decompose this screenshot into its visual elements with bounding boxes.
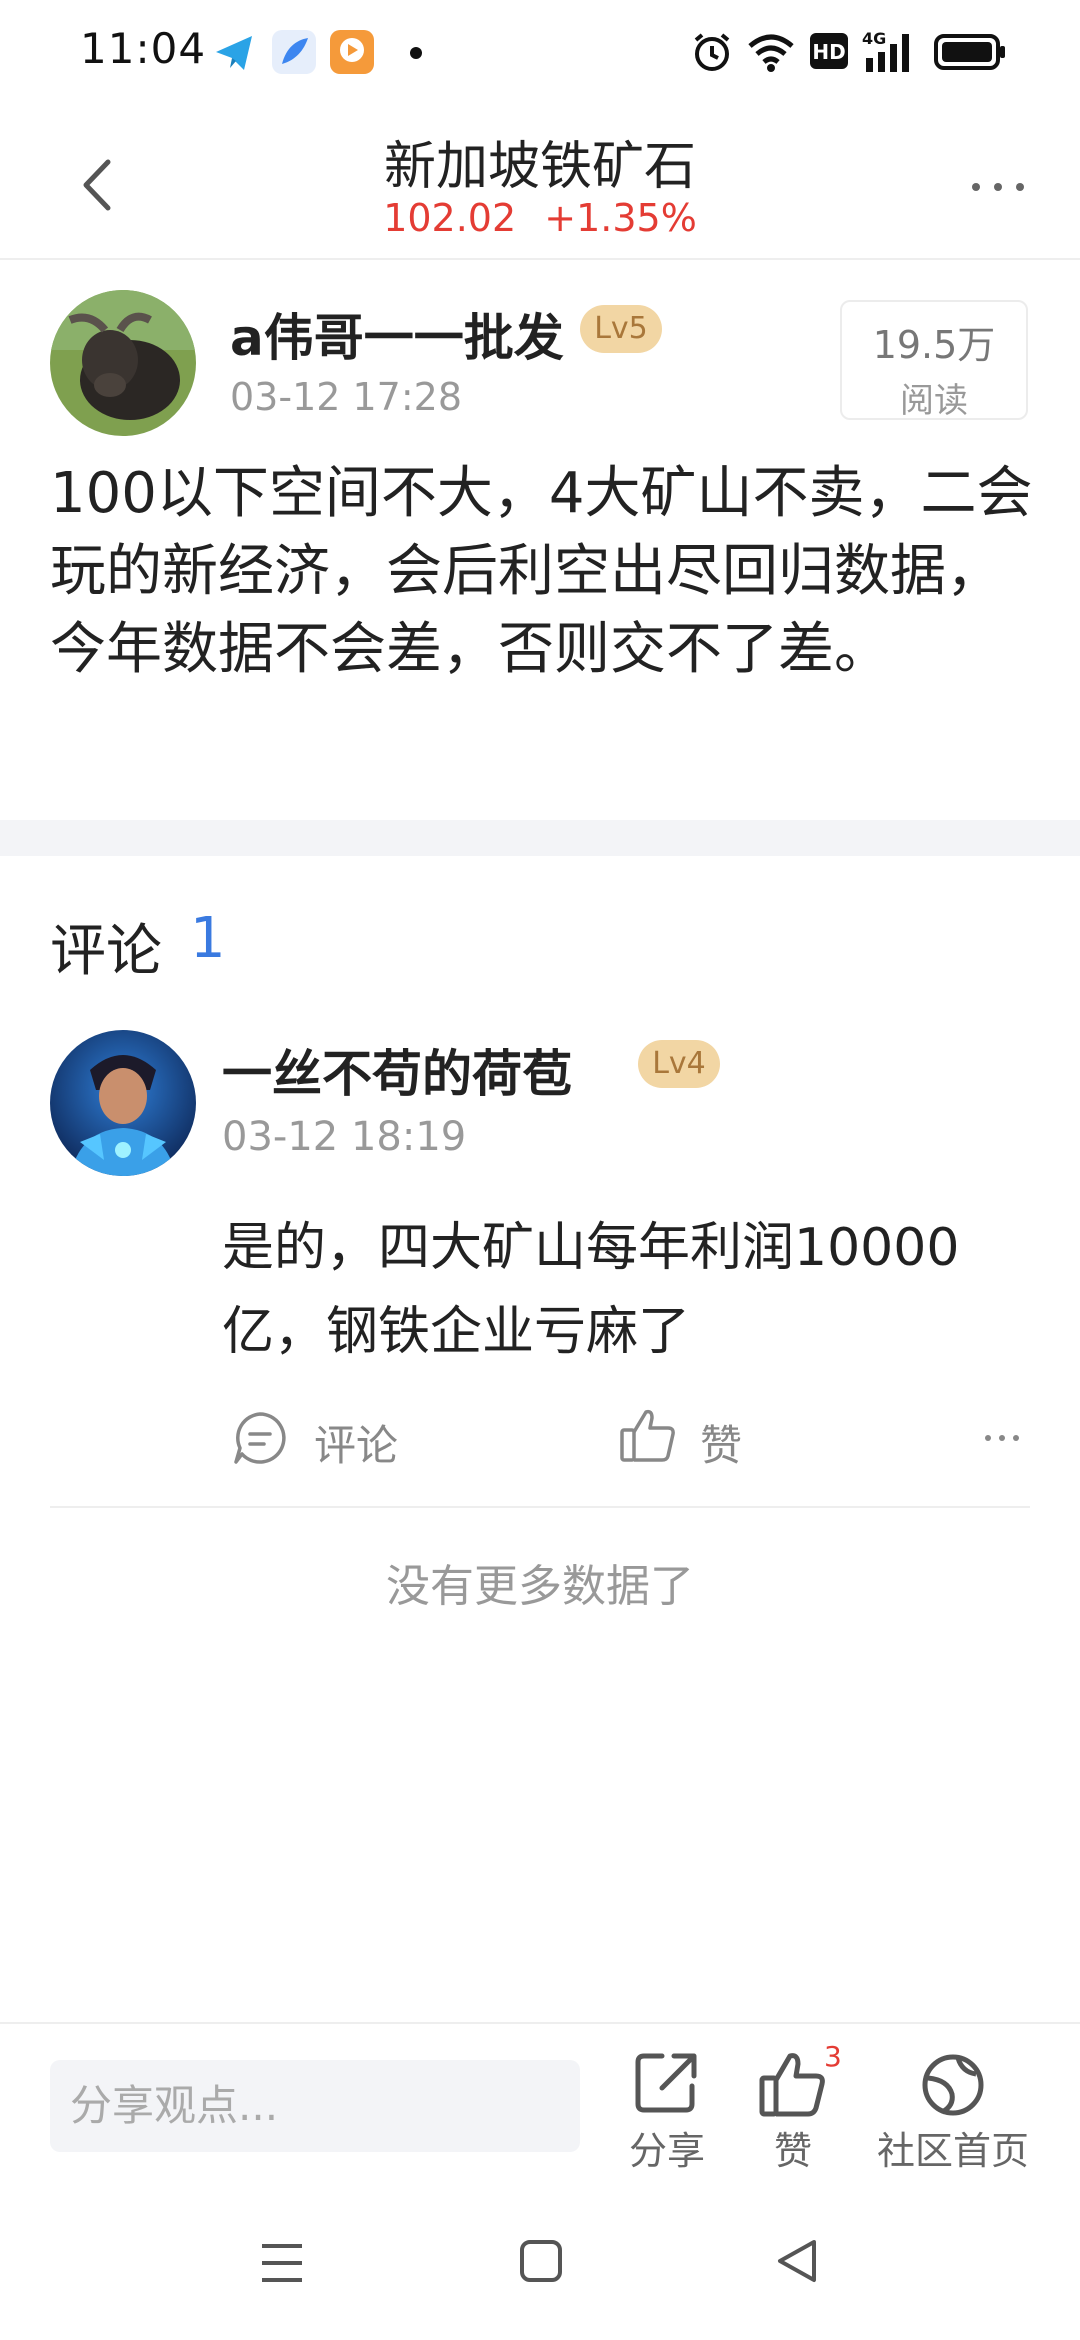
comment-icon[interactable] <box>232 1410 288 1466</box>
end-of-list-text: 没有更多数据了 <box>386 1561 694 1612</box>
post-body: 100以下空间不大，4大矿山不卖，二会玩的新经济，会后利空出尽回归数据，今年数据… <box>50 461 1033 682</box>
avatar[interactable] <box>50 290 196 436</box>
svg-text:4G: 4G <box>862 29 886 48</box>
share-icon[interactable] <box>632 2048 702 2118</box>
comment-divider <box>50 1506 1030 1508</box>
comments-title: 评论 <box>50 919 162 984</box>
reads-box: 19.5万 阅读 <box>840 300 1028 421</box>
svg-text:HD: HD <box>812 40 845 64</box>
system-back-icon[interactable] <box>774 2236 820 2290</box>
share-opinion-input[interactable]: 分享观点... <box>50 2060 580 2152</box>
comment-reply-button[interactable]: 评论 <box>314 1412 398 1473</box>
system-navigation-bar <box>0 2200 1080 2340</box>
comment-author[interactable]: 一丝不苟的荷苞 <box>222 1034 572 1106</box>
menu-icon[interactable] <box>258 2240 306 2290</box>
more-options-icon[interactable] <box>982 1428 1022 1448</box>
app-feather-icon <box>272 30 316 74</box>
reads-count: 19.5万 <box>872 323 996 367</box>
status-time: 11:04 <box>80 24 207 73</box>
like-label[interactable]: 赞 <box>743 2120 843 2175</box>
level-badge: Lv5 <box>580 305 662 353</box>
more-icon[interactable] <box>968 172 1028 202</box>
level-badge: Lv4 <box>638 1040 720 1088</box>
notification-dot <box>410 47 422 59</box>
post-author[interactable]: a伟哥一一批发 <box>230 298 564 370</box>
like-count-badge: 3 <box>824 2040 842 2073</box>
comments-count: 1 <box>190 906 226 971</box>
battery-icon <box>934 34 1006 74</box>
status-bar: 11:04 HD 4G <box>0 0 1080 100</box>
video-app-icon <box>330 30 374 74</box>
home-icon[interactable] <box>518 2238 564 2288</box>
hd-icon: HD <box>810 33 848 73</box>
signal-4g-icon: 4G <box>862 28 922 78</box>
price-change: +1.35% <box>544 196 697 240</box>
community-home-label[interactable]: 社区首页 <box>873 2120 1033 2175</box>
section-divider <box>0 820 1080 856</box>
post-time: 03-12 17:28 <box>230 375 463 419</box>
wifi-icon <box>746 30 796 78</box>
comment-body: 是的，四大矿山每年利润10000亿，钢铁企业亏麻了 <box>222 1218 960 1362</box>
share-label[interactable]: 分享 <box>617 2120 717 2175</box>
bottom-bar-divider <box>0 2022 1080 2024</box>
comment-time: 03-12 18:19 <box>222 1114 467 1160</box>
reads-label: 阅读 <box>900 381 968 421</box>
like-button[interactable]: 赞 <box>700 1412 742 1473</box>
avatar[interactable] <box>50 1030 196 1176</box>
thumbs-up-icon[interactable] <box>758 2050 828 2120</box>
page-title: 新加坡铁矿石 <box>383 137 696 197</box>
price-line: 102.02 +1.35% <box>0 196 1080 240</box>
thumbs-up-icon[interactable] <box>618 1406 678 1466</box>
header-divider <box>0 258 1080 260</box>
community-home-icon[interactable] <box>918 2050 988 2120</box>
alarm-icon <box>690 30 734 78</box>
price-value: 102.02 <box>383 196 517 240</box>
telegram-icon <box>212 30 256 74</box>
